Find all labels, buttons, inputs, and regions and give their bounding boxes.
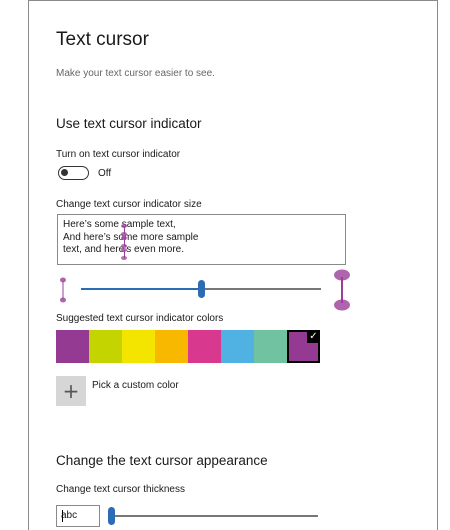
checkmark-icon: ✓	[307, 330, 320, 343]
color-swatch[interactable]	[89, 330, 122, 363]
preview-caret	[62, 510, 63, 522]
color-swatch[interactable]	[188, 330, 221, 363]
indicator-size-slider[interactable]	[81, 269, 321, 309]
color-swatch[interactable]	[122, 330, 155, 363]
color-swatch[interactable]	[56, 330, 89, 363]
color-swatch[interactable]: ✓	[287, 330, 320, 363]
color-swatch[interactable]	[221, 330, 254, 363]
sample-line-1: Here’s some sample text,	[63, 219, 176, 230]
thickness-label: Change text cursor thickness	[56, 484, 185, 495]
slider-track-empty	[115, 515, 318, 517]
page-subtitle: Make your text cursor easier to see.	[56, 68, 215, 79]
pick-custom-color-label[interactable]: Pick a custom color	[92, 380, 179, 391]
color-swatch-row: ✓	[56, 330, 320, 363]
appearance-section-title: Change the text cursor appearance	[56, 453, 268, 468]
indicator-section-title: Use text cursor indicator	[56, 116, 202, 131]
slider-thumb[interactable]	[198, 280, 205, 298]
slider-thumb[interactable]	[108, 507, 115, 525]
sample-cursor-indicator-icon	[121, 236, 127, 248]
indicator-toggle[interactable]	[58, 166, 89, 180]
add-custom-color-button[interactable]: +	[56, 376, 86, 406]
cursor-thickness-slider[interactable]	[108, 505, 318, 527]
preview-text: abc	[61, 510, 78, 521]
sample-line-3: text, and here’s even more.	[63, 244, 184, 255]
toggle-state-label: Off	[98, 168, 112, 179]
suggested-colors-label: Suggested text cursor indicator colors	[56, 313, 224, 324]
color-swatch[interactable]	[254, 330, 287, 363]
slider-track-filled	[81, 288, 198, 290]
toggle-knob	[61, 169, 68, 176]
large-indicator-icon	[334, 269, 350, 311]
sample-text-box: Here’s some sample text, And here’s some…	[57, 214, 346, 265]
cursor-thickness-preview: abc	[56, 505, 100, 527]
sample-cursor-indicator-icon	[121, 224, 127, 236]
small-indicator-icon	[60, 277, 66, 303]
settings-window: Text cursor Make your text cursor easier…	[28, 0, 438, 530]
color-swatch[interactable]	[155, 330, 188, 363]
indicator-size-label: Change text cursor indicator size	[56, 199, 202, 210]
sample-cursor-indicator-icon	[121, 248, 127, 260]
toggle-label: Turn on text cursor indicator	[56, 149, 181, 160]
sample-line-2: And here’s some more sample	[63, 231, 199, 243]
page-title: Text cursor	[56, 29, 149, 50]
slider-track-empty	[205, 288, 321, 290]
